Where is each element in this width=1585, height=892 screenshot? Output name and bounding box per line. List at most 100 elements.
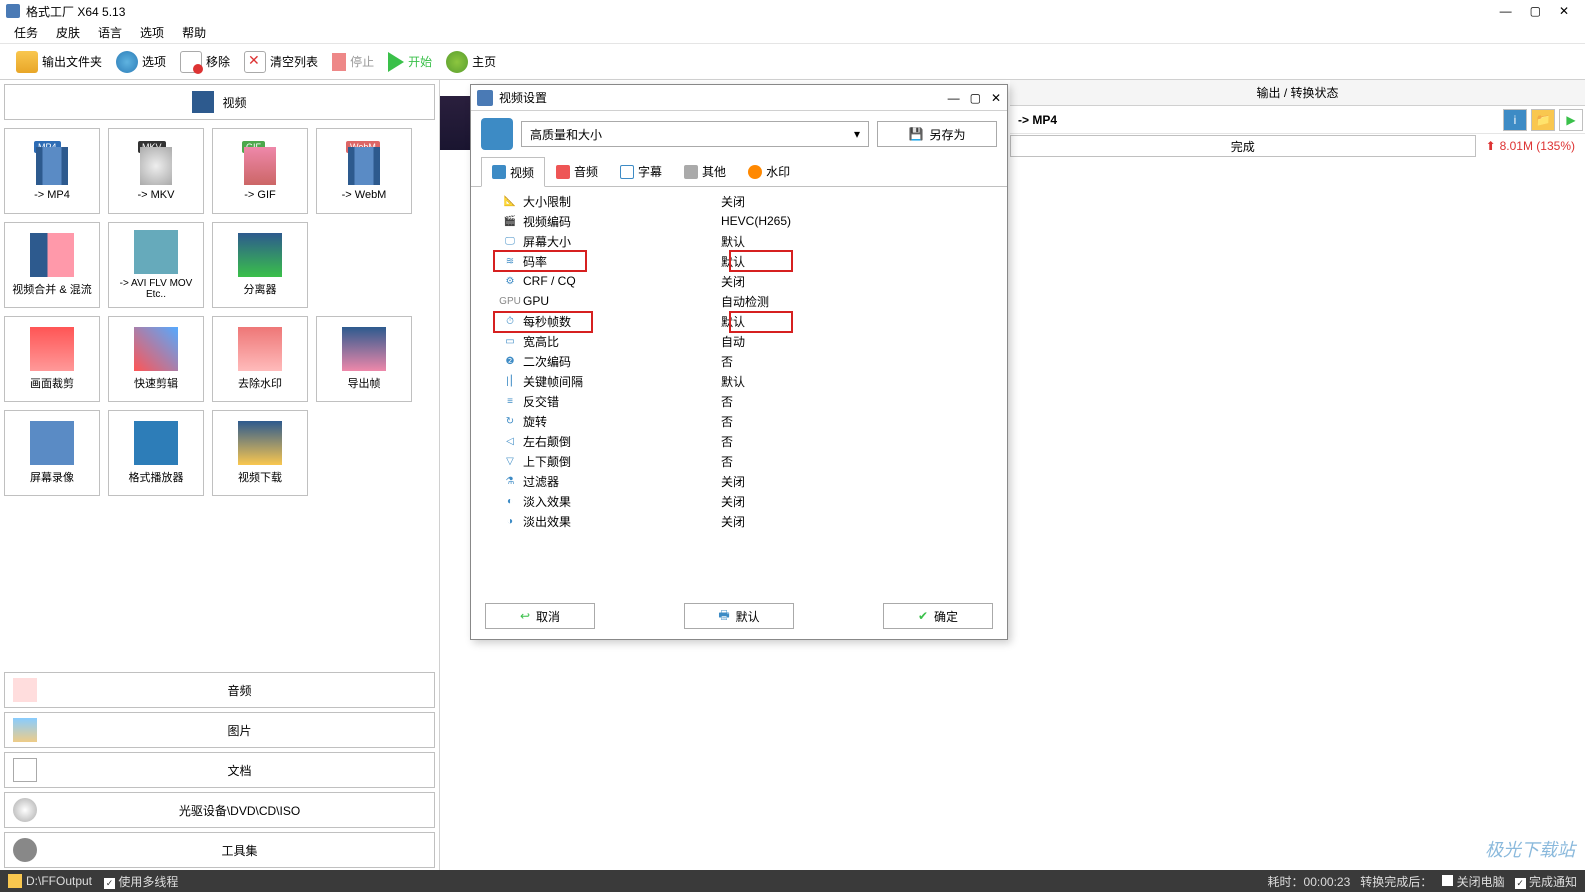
setting-row[interactable]: ≋码率默认 bbox=[481, 251, 997, 271]
setting-row[interactable]: ◁左右颠倒否 bbox=[481, 431, 997, 451]
tile-mkv[interactable]: MKV-> MKV bbox=[108, 128, 204, 214]
category-tools[interactable]: 工具集 bbox=[4, 832, 435, 868]
setting-row[interactable]: ❷二次编码否 bbox=[481, 351, 997, 371]
setting-value[interactable]: 默认 bbox=[721, 373, 997, 390]
clear-button[interactable]: 清空列表 bbox=[238, 49, 324, 75]
tile-merge[interactable]: 视频合并 & 混流 bbox=[4, 222, 100, 308]
status-folder-icon[interactable] bbox=[8, 874, 22, 888]
setting-row[interactable]: 🖵屏幕大小默认 bbox=[481, 231, 997, 251]
dialog-maximize[interactable]: ▢ bbox=[970, 91, 981, 105]
tab-subtitle[interactable]: 字幕 bbox=[609, 157, 673, 186]
start-button[interactable]: 开始 bbox=[382, 50, 438, 74]
category-video[interactable]: 视频 bbox=[4, 84, 435, 120]
setting-row[interactable]: ⚙CRF / CQ关闭 bbox=[481, 271, 997, 291]
output-folder-button[interactable]: 输出文件夹 bbox=[10, 49, 108, 75]
watermark-tab-icon bbox=[748, 165, 762, 179]
setting-value[interactable]: 关闭 bbox=[721, 473, 997, 490]
setting-icon: ◐ bbox=[503, 494, 517, 508]
option-button[interactable]: 选项 bbox=[110, 49, 172, 75]
setting-value[interactable]: HEVC(H265) bbox=[721, 214, 997, 228]
setting-icon: ❷ bbox=[503, 354, 517, 368]
tile-removewm[interactable]: 去除水印 bbox=[212, 316, 308, 402]
setting-value[interactable]: 默认 bbox=[721, 233, 997, 250]
setting-value[interactable]: 自动 bbox=[721, 333, 997, 350]
setting-row[interactable]: ↻旋转否 bbox=[481, 411, 997, 431]
home-button[interactable]: 主页 bbox=[440, 49, 502, 75]
stop-button[interactable]: 停止 bbox=[326, 51, 380, 73]
setting-row[interactable]: GPUGPU自动检测 bbox=[481, 291, 997, 311]
output-header: 输出 / 转换状态 bbox=[1010, 80, 1585, 106]
setting-value[interactable]: 否 bbox=[721, 453, 997, 470]
setting-row[interactable]: ⏱每秒帧数默认 bbox=[481, 311, 997, 331]
tile-record[interactable]: 屏幕录像 bbox=[4, 410, 100, 496]
category-disc[interactable]: 光驱设备\DVD\CD\ISO bbox=[4, 792, 435, 828]
task-row[interactable]: -> MP4 i 📁 ▶ bbox=[1010, 106, 1585, 134]
menu-task[interactable]: 任务 bbox=[14, 24, 38, 41]
tile-avi[interactable]: -> AVI FLV MOV Etc.. bbox=[108, 222, 204, 308]
tile-mp4[interactable]: MP4-> MP4 bbox=[4, 128, 100, 214]
setting-row[interactable]: ◑淡出效果关闭 bbox=[481, 511, 997, 531]
tab-video[interactable]: 视频 bbox=[481, 157, 545, 187]
setting-row[interactable]: 📐大小限制关闭 bbox=[481, 191, 997, 211]
menu-skin[interactable]: 皮肤 bbox=[56, 24, 80, 41]
setting-value[interactable]: 关闭 bbox=[721, 193, 997, 210]
setting-value[interactable]: 默认 bbox=[721, 253, 997, 270]
default-button[interactable]: 🖶默认 bbox=[684, 603, 794, 629]
setting-row[interactable]: ◐ 淡入效果 关闭 bbox=[481, 491, 997, 511]
setting-value[interactable]: 否 bbox=[721, 413, 997, 430]
setting-value[interactable]: 关闭 bbox=[721, 493, 997, 510]
dialog-close[interactable]: ✕ bbox=[991, 91, 1001, 105]
setting-icon: ⚙ bbox=[503, 274, 517, 288]
shutdown-checkbox[interactable] bbox=[1442, 875, 1453, 886]
setting-row[interactable]: 🎬视频编码HEVC(H265) bbox=[481, 211, 997, 231]
category-document[interactable]: 文档 bbox=[4, 752, 435, 788]
tab-watermark[interactable]: 水印 bbox=[737, 157, 801, 186]
output-path[interactable]: D:\FFOutput bbox=[26, 874, 92, 888]
setting-value[interactable]: 关闭 bbox=[721, 513, 997, 530]
setting-row[interactable]: ▽上下颠倒否 bbox=[481, 451, 997, 471]
category-audio[interactable]: 音频 bbox=[4, 672, 435, 708]
dialog-minimize[interactable]: — bbox=[948, 91, 960, 105]
setting-value[interactable]: 关闭 bbox=[721, 273, 997, 290]
tile-split[interactable]: 分离器 bbox=[212, 222, 308, 308]
setting-label: 淡入效果 bbox=[523, 493, 571, 510]
cancel-button[interactable]: ↩取消 bbox=[485, 603, 595, 629]
setting-value[interactable]: 自动检测 bbox=[721, 293, 997, 310]
setting-row[interactable]: ≡反交错否 bbox=[481, 391, 997, 411]
tab-other[interactable]: 其他 bbox=[673, 157, 737, 186]
setting-value[interactable]: 否 bbox=[721, 353, 997, 370]
remove-button[interactable]: 移除 bbox=[174, 49, 236, 75]
menu-help[interactable]: 帮助 bbox=[182, 24, 206, 41]
maximize-button[interactable]: ▢ bbox=[1530, 4, 1541, 18]
setting-icon: ▽ bbox=[503, 454, 517, 468]
info-button[interactable]: i bbox=[1503, 109, 1527, 131]
tile-download[interactable]: 视频下载 bbox=[212, 410, 308, 496]
setting-row[interactable]: ⚗过滤器关闭 bbox=[481, 471, 997, 491]
tile-gif[interactable]: GIF-> GIF bbox=[212, 128, 308, 214]
tile-crop[interactable]: 画面裁剪 bbox=[4, 316, 100, 402]
menu-lang[interactable]: 语言 bbox=[98, 24, 122, 41]
menu-option[interactable]: 选项 bbox=[140, 24, 164, 41]
saveas-button[interactable]: 💾另存为 bbox=[877, 121, 997, 147]
setting-row[interactable]: |⎮关键帧间隔默认 bbox=[481, 371, 997, 391]
close-button[interactable]: ✕ bbox=[1559, 4, 1569, 18]
play-task-button[interactable]: ▶ bbox=[1559, 109, 1583, 131]
tab-audio[interactable]: 音频 bbox=[545, 157, 609, 186]
setting-value[interactable]: 否 bbox=[721, 393, 997, 410]
tile-export[interactable]: 导出帧 bbox=[316, 316, 412, 402]
preset-combo[interactable]: 高质量和大小▾ bbox=[521, 121, 869, 147]
minimize-button[interactable]: — bbox=[1500, 4, 1512, 18]
setting-icon: GPU bbox=[503, 294, 517, 308]
category-image[interactable]: 图片 bbox=[4, 712, 435, 748]
open-folder-button[interactable]: 📁 bbox=[1531, 109, 1555, 131]
setting-value[interactable]: 否 bbox=[721, 433, 997, 450]
remove-icon bbox=[180, 51, 202, 73]
ok-button[interactable]: ✔确定 bbox=[883, 603, 993, 629]
multithread-checkbox[interactable]: ✓ bbox=[104, 878, 115, 889]
tile-webm[interactable]: WebM-> WebM bbox=[316, 128, 412, 214]
setting-value[interactable]: 默认 bbox=[721, 313, 997, 330]
notify-checkbox[interactable]: ✓ bbox=[1515, 878, 1526, 889]
tile-quickcut[interactable]: 快速剪辑 bbox=[108, 316, 204, 402]
tile-player[interactable]: 格式播放器 bbox=[108, 410, 204, 496]
setting-row[interactable]: ▭宽高比自动 bbox=[481, 331, 997, 351]
